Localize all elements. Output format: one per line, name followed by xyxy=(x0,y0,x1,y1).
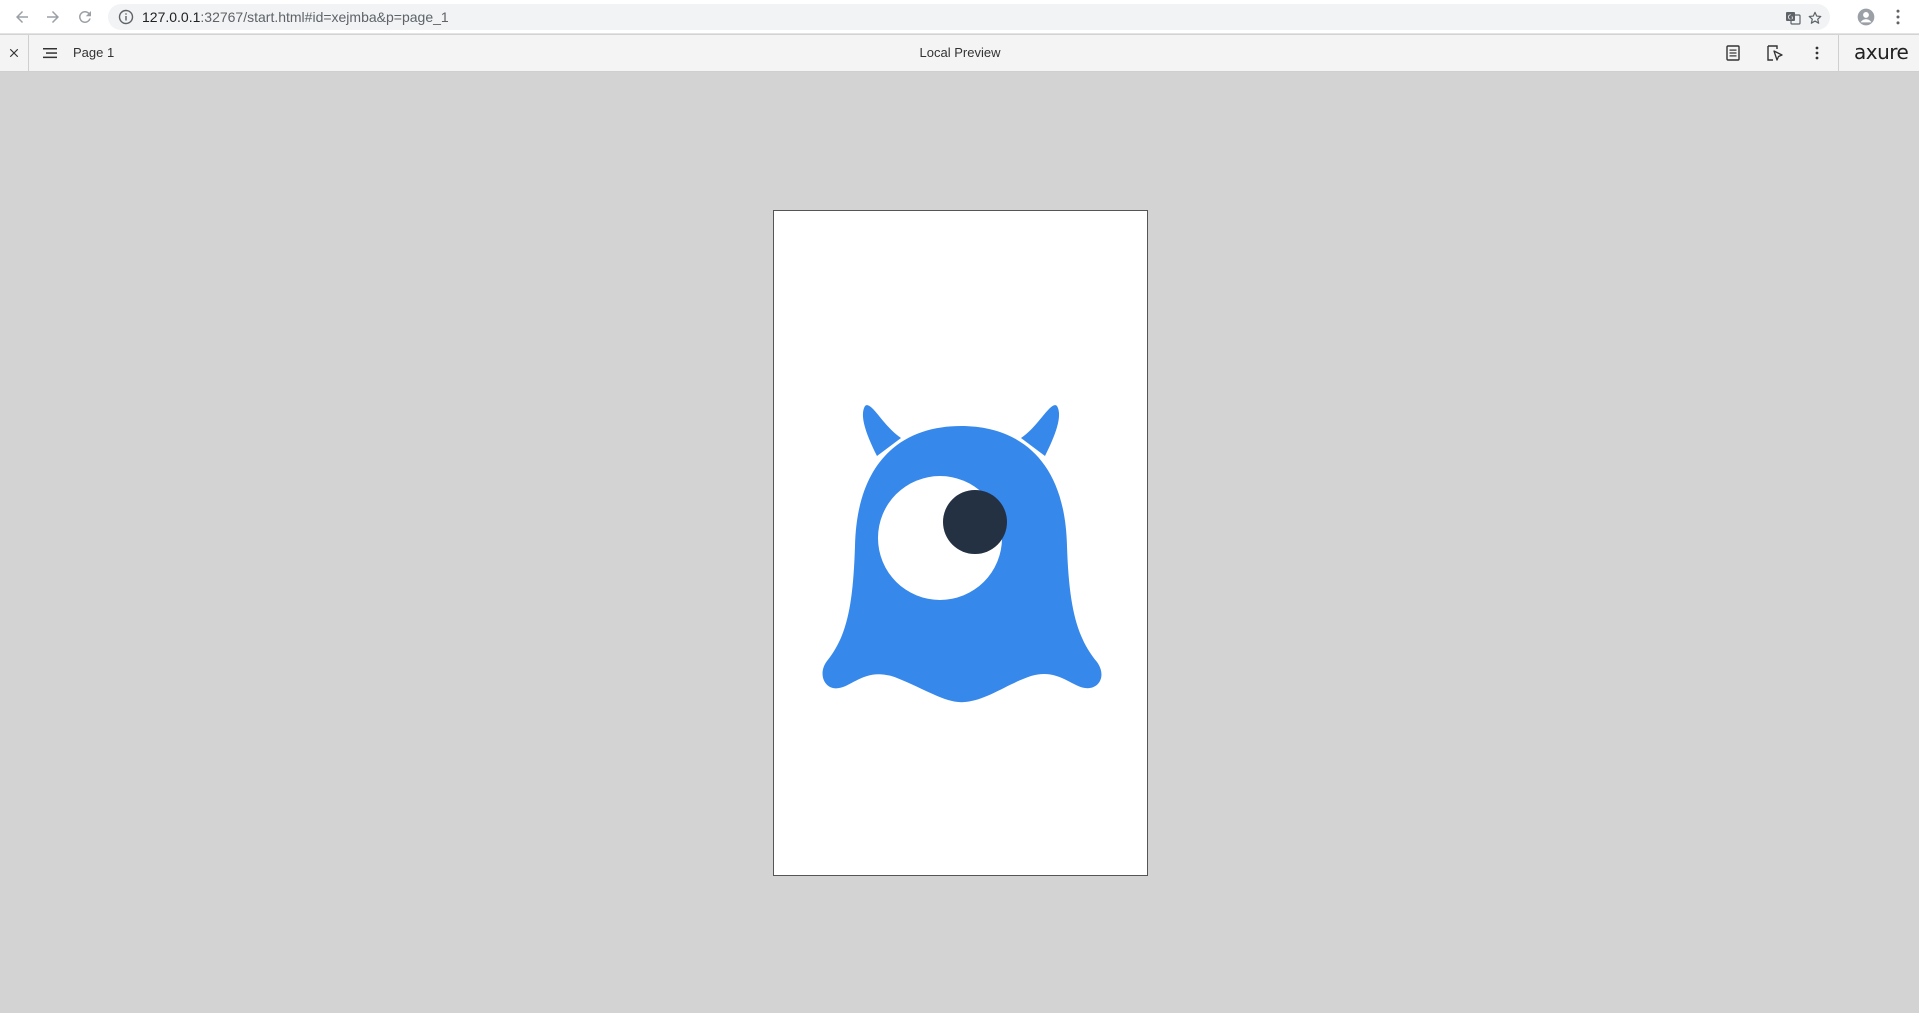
artboard xyxy=(773,210,1148,876)
back-arrow-icon[interactable] xyxy=(10,5,34,29)
hamburger-icon[interactable] xyxy=(39,42,61,64)
star-icon[interactable] xyxy=(1806,9,1824,27)
url-host: 127.0.0.1 xyxy=(142,9,201,25)
url-text[interactable]: 127.0.0.1:32767/start.html#id=xejmba&p=p… xyxy=(142,4,449,30)
reload-icon[interactable] xyxy=(73,5,97,29)
preview-canvas xyxy=(0,72,1919,1013)
page-name[interactable]: Page 1 xyxy=(73,35,114,71)
info-icon[interactable] xyxy=(118,9,134,25)
translate-icon[interactable]: G xyxy=(1784,9,1802,27)
forward-arrow-icon[interactable] xyxy=(41,5,65,29)
monster-illustration xyxy=(822,405,1102,703)
preview-title: Local Preview xyxy=(919,45,1001,60)
more-icon[interactable] xyxy=(1806,42,1828,64)
axure-logo: axure xyxy=(1854,40,1909,64)
notes-icon[interactable] xyxy=(1722,42,1744,64)
toolbar-divider xyxy=(28,35,29,71)
url-omnibox[interactable]: 127.0.0.1:32767/start.html#id=xejmba&p=p… xyxy=(108,4,1830,30)
browser-address-bar: 127.0.0.1:32767/start.html#id=xejmba&p=p… xyxy=(0,0,1919,34)
axure-toolbar: Page 1 Local Preview axure xyxy=(0,35,1919,72)
toolbar-divider xyxy=(1838,35,1839,71)
kebab-menu-icon[interactable] xyxy=(1886,5,1910,29)
profile-icon[interactable] xyxy=(1854,5,1878,29)
url-path: :32767/start.html#id=xejmba&p=page_1 xyxy=(200,9,449,25)
inspect-icon[interactable] xyxy=(1763,42,1785,64)
monster-pupil xyxy=(943,490,1007,554)
close-icon[interactable] xyxy=(3,42,25,64)
